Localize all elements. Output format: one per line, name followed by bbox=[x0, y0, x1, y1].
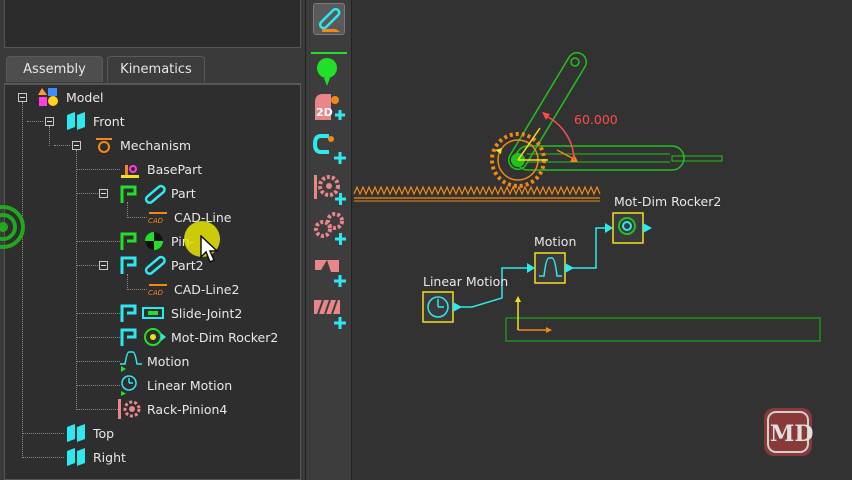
tree-item-mot-dim-rocker2[interactable]: Mot-Dim Rocker2 bbox=[171, 330, 278, 345]
graph-panel[interactable] bbox=[505, 317, 821, 342]
plane-icon bbox=[65, 447, 87, 467]
tab-assembly[interactable]: Assembly bbox=[6, 56, 103, 82]
tree-item-model[interactable]: Model bbox=[66, 90, 104, 105]
part2-icon bbox=[119, 254, 167, 276]
mot-dim-rocker2-block[interactable] bbox=[612, 212, 652, 244]
gear-add-tool-button[interactable] bbox=[313, 172, 346, 205]
mechanism-collapse-toggle[interactable] bbox=[72, 141, 81, 150]
left-panel: Assembly Kinematics Model Front Mechanis… bbox=[0, 0, 305, 480]
clock-icon bbox=[119, 374, 143, 396]
mechanism-icon bbox=[94, 136, 114, 154]
svg-text:2D: 2D bbox=[316, 106, 333, 119]
motion-block[interactable] bbox=[534, 252, 574, 284]
tree-item-cad-line2[interactable]: CAD-Line2 bbox=[174, 282, 239, 297]
tree-item-part[interactable]: Part bbox=[171, 186, 196, 201]
tab-kinematics[interactable]: Kinematics bbox=[107, 56, 205, 82]
plane-icon bbox=[65, 423, 87, 443]
motion-dimension-icon bbox=[119, 326, 167, 348]
slide-joint-icon bbox=[119, 302, 167, 324]
base-part-icon bbox=[119, 160, 141, 180]
svg-text:CAD: CAD bbox=[148, 289, 164, 297]
rack[interactable] bbox=[353, 185, 601, 202]
tree-item-top[interactable]: Top bbox=[93, 426, 114, 441]
cad-icon: CAD bbox=[147, 281, 169, 297]
tree-item-mechanism[interactable]: Mechanism bbox=[120, 138, 191, 153]
motion-block-label: Motion bbox=[534, 234, 576, 249]
part2-collapse-toggle[interactable] bbox=[99, 261, 108, 270]
front-collapse-toggle[interactable] bbox=[45, 117, 54, 126]
tree-item-rack-pinion4[interactable]: Rack-Pinion4 bbox=[147, 402, 227, 417]
rocker-link[interactable] bbox=[508, 52, 587, 170]
properties-box bbox=[4, 0, 301, 48]
part-2d-tool-button[interactable]: 2D bbox=[313, 92, 345, 124]
rack-pinion-icon bbox=[117, 397, 143, 421]
linear-motion-block[interactable] bbox=[422, 291, 462, 323]
shape-add-tool-button[interactable] bbox=[313, 254, 346, 287]
target-icon bbox=[0, 204, 26, 250]
magnet-add-tool-button[interactable] bbox=[312, 132, 346, 164]
plane-icon bbox=[65, 111, 87, 131]
tree-item-basepart[interactable]: BasePart bbox=[147, 162, 202, 177]
pin-joint-icon bbox=[119, 230, 167, 252]
cad-icon: CAD bbox=[147, 209, 169, 225]
slider-bar[interactable] bbox=[515, 145, 723, 171]
linear-motion-block-label: Linear Motion bbox=[423, 274, 508, 289]
motion-profile-icon bbox=[119, 350, 143, 372]
md-logo: MD bbox=[762, 406, 814, 458]
point-tool-button[interactable] bbox=[313, 55, 345, 87]
svg-text:CAD: CAD bbox=[148, 217, 164, 225]
tree-item-linear-motion[interactable]: Linear Motion bbox=[147, 378, 232, 393]
part-icon bbox=[119, 183, 167, 205]
tree-item-front[interactable]: Front bbox=[93, 114, 125, 129]
tree-item-motion[interactable]: Motion bbox=[147, 354, 189, 369]
tool-palette: 2D bbox=[305, 0, 352, 480]
link-tool-button[interactable] bbox=[313, 3, 345, 35]
gears-add-tool-button[interactable] bbox=[313, 212, 346, 245]
tree-item-right[interactable]: Right bbox=[93, 450, 126, 465]
part-collapse-toggle[interactable] bbox=[99, 189, 108, 198]
model-collapse-toggle[interactable] bbox=[18, 93, 27, 102]
model-icon bbox=[38, 87, 60, 107]
tab-bar: Assembly Kinematics bbox=[4, 56, 301, 84]
angle-value: 60.000 bbox=[574, 112, 618, 127]
tree-item-part2[interactable]: Part2 bbox=[171, 258, 204, 273]
rack-add-tool-button[interactable] bbox=[313, 296, 346, 329]
mot-dim-rocker2-block-label: Mot-Dim Rocker2 bbox=[614, 194, 721, 209]
mouse-pointer-icon bbox=[200, 234, 222, 265]
svg-text:MD: MD bbox=[770, 421, 813, 447]
tree-item-slide-joint2[interactable]: Slide-Joint2 bbox=[171, 306, 242, 321]
